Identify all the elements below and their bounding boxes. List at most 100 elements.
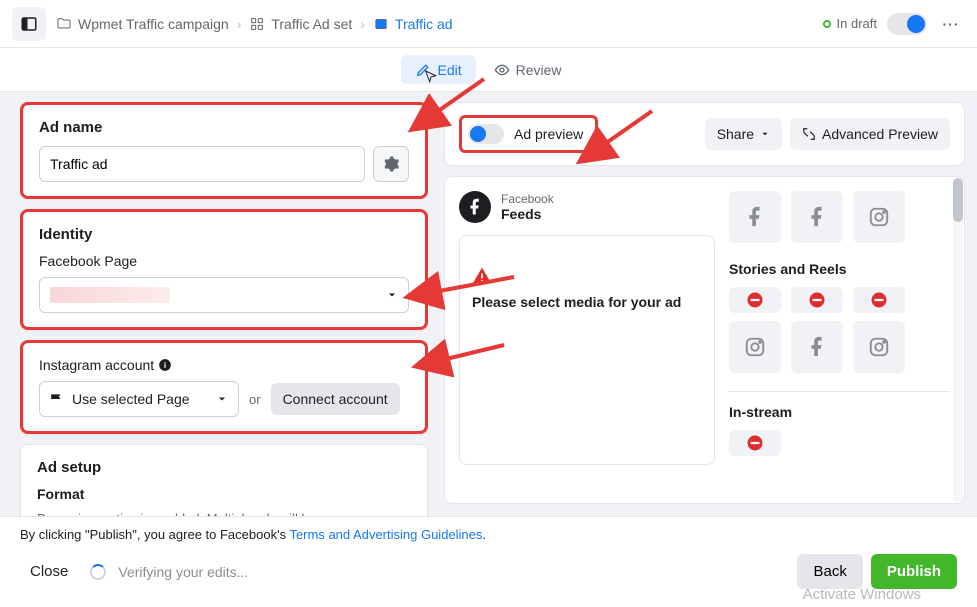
folder-icon [56,16,72,32]
ad-preview-toggle[interactable] [468,124,504,144]
facebook-icon [744,206,766,228]
tab-edit[interactable]: Edit [401,55,475,84]
publish-button[interactable]: Publish [871,554,957,589]
back-button[interactable]: Back [797,554,862,589]
cursor-icon [423,69,439,85]
consent-text: By clicking "Publish", you agree to Face… [20,527,957,542]
more-menu-button[interactable]: ··· [937,10,965,38]
tab-edit-label: Edit [437,62,461,78]
or-text: or [249,392,261,407]
instream-badge-1 [729,430,781,456]
breadcrumb-ad[interactable]: Traffic ad [373,16,453,32]
advanced-preview-label: Advanced Preview [822,126,938,142]
instagram-icon [868,206,890,228]
ad-name-settings-button[interactable] [373,146,409,182]
facebook-icon [806,336,828,358]
facebook-logo-icon [459,191,491,223]
stories-badge-3 [853,287,905,313]
facebook-icon [806,206,828,228]
identity-title: Identity [39,226,409,243]
right-column: Ad preview Share Advanced Preview [436,92,977,516]
preview-scrollbar[interactable] [953,178,963,502]
stories-thumb-fb[interactable] [791,321,843,373]
stories-badge-2 [791,287,843,313]
chevron-down-icon [386,289,398,301]
spinner-icon [90,564,106,580]
media-warning-text: Please select media for your ad [472,293,702,311]
no-entry-icon [808,291,826,309]
gear-icon [382,155,400,173]
warning-icon [472,266,492,284]
media-placeholder: Please select media for your ad [459,235,715,465]
share-label: Share [717,126,754,142]
use-selected-page-label: Use selected Page [72,391,190,407]
instagram-account-label: Instagram account [39,357,154,373]
flag-icon [50,393,64,405]
grid-icon [249,16,265,32]
format-label: Format [37,486,411,502]
ad-name-title: Ad name [39,119,409,136]
preview-content: Facebook Feeds Please select media for y… [444,176,965,504]
panel-toggle-button[interactable] [12,7,46,41]
ad-preview-toggle-group: Ad preview [459,115,598,153]
no-entry-icon [746,291,764,309]
feed-thumb-fb[interactable] [729,191,781,243]
stories-badge-1 [729,287,781,313]
breadcrumb-adset[interactable]: Traffic Ad set [249,16,352,32]
ad-name-card: Ad name [20,102,428,199]
stories-thumb-ig2[interactable] [853,321,905,373]
svg-text:i: i [164,361,166,370]
chevron-right-icon: › [237,16,242,32]
preview-platform-label: Facebook [501,192,554,206]
no-entry-icon [870,291,888,309]
main-area: Ad name Identity Facebook Page Instagram… [0,92,977,516]
breadcrumb-ad-label: Traffic ad [395,16,453,32]
feed-thumb-fb2[interactable] [791,191,843,243]
status-dot-icon [823,20,831,28]
tabs-row: Edit Review [0,48,977,92]
top-header: Wpmet Traffic campaign › Traffic Ad set … [0,0,977,48]
left-column: Ad name Identity Facebook Page Instagram… [0,92,436,516]
tab-review[interactable]: Review [480,55,576,84]
identity-card: Identity Facebook Page [20,209,428,330]
stories-thumb-ig[interactable] [729,321,781,373]
facebook-page-label: Facebook Page [39,253,409,269]
no-entry-icon [746,434,764,452]
terms-link[interactable]: Terms and Advertising Guidelines [289,527,482,542]
close-button[interactable]: Close [20,555,78,588]
connect-account-button[interactable]: Connect account [271,383,400,415]
instagram-icon [868,336,890,358]
feed-thumb-ig[interactable] [853,191,905,243]
preview-toolbar: Ad preview Share Advanced Preview [444,102,965,166]
instagram-icon [744,336,766,358]
breadcrumb-adset-label: Traffic Ad set [271,16,352,32]
ad-preview-label: Ad preview [514,126,583,142]
share-button[interactable]: Share [705,118,782,150]
instagram-select[interactable]: Use selected Page [39,381,239,417]
facebook-page-select[interactable] [39,277,409,313]
panel-icon [20,15,38,33]
stories-section-title: Stories and Reels [729,261,950,277]
tab-review-label: Review [516,62,562,78]
breadcrumb-campaign[interactable]: Wpmet Traffic campaign [56,16,229,32]
info-icon[interactable]: i [158,358,172,372]
ad-icon [373,16,389,32]
status-label: In draft [837,16,877,31]
breadcrumb: Wpmet Traffic campaign › Traffic Ad set … [56,16,453,32]
advanced-preview-button[interactable]: Advanced Preview [790,118,950,150]
ad-setup-card: Ad setup Format Dynamic creative is enab… [20,444,428,516]
preview-feeds-label: Feeds [501,206,554,222]
ad-setup-title: Ad setup [37,459,411,476]
stories-thumbs [729,321,950,373]
preview-feed-header: Facebook Feeds [459,191,715,223]
verifying-text: Verifying your edits... [118,564,248,580]
ad-name-input[interactable] [39,146,365,182]
eye-icon [494,62,510,78]
feed-thumbs [729,191,950,243]
instream-section-title: In-stream [729,404,950,420]
instagram-card: Instagram account i Use selected Page or… [20,340,428,434]
ad-active-toggle[interactable] [887,13,927,35]
status-indicator: In draft [823,16,877,31]
footer: By clicking "Publish", you agree to Face… [0,516,977,607]
redacted-page-name [50,287,170,303]
